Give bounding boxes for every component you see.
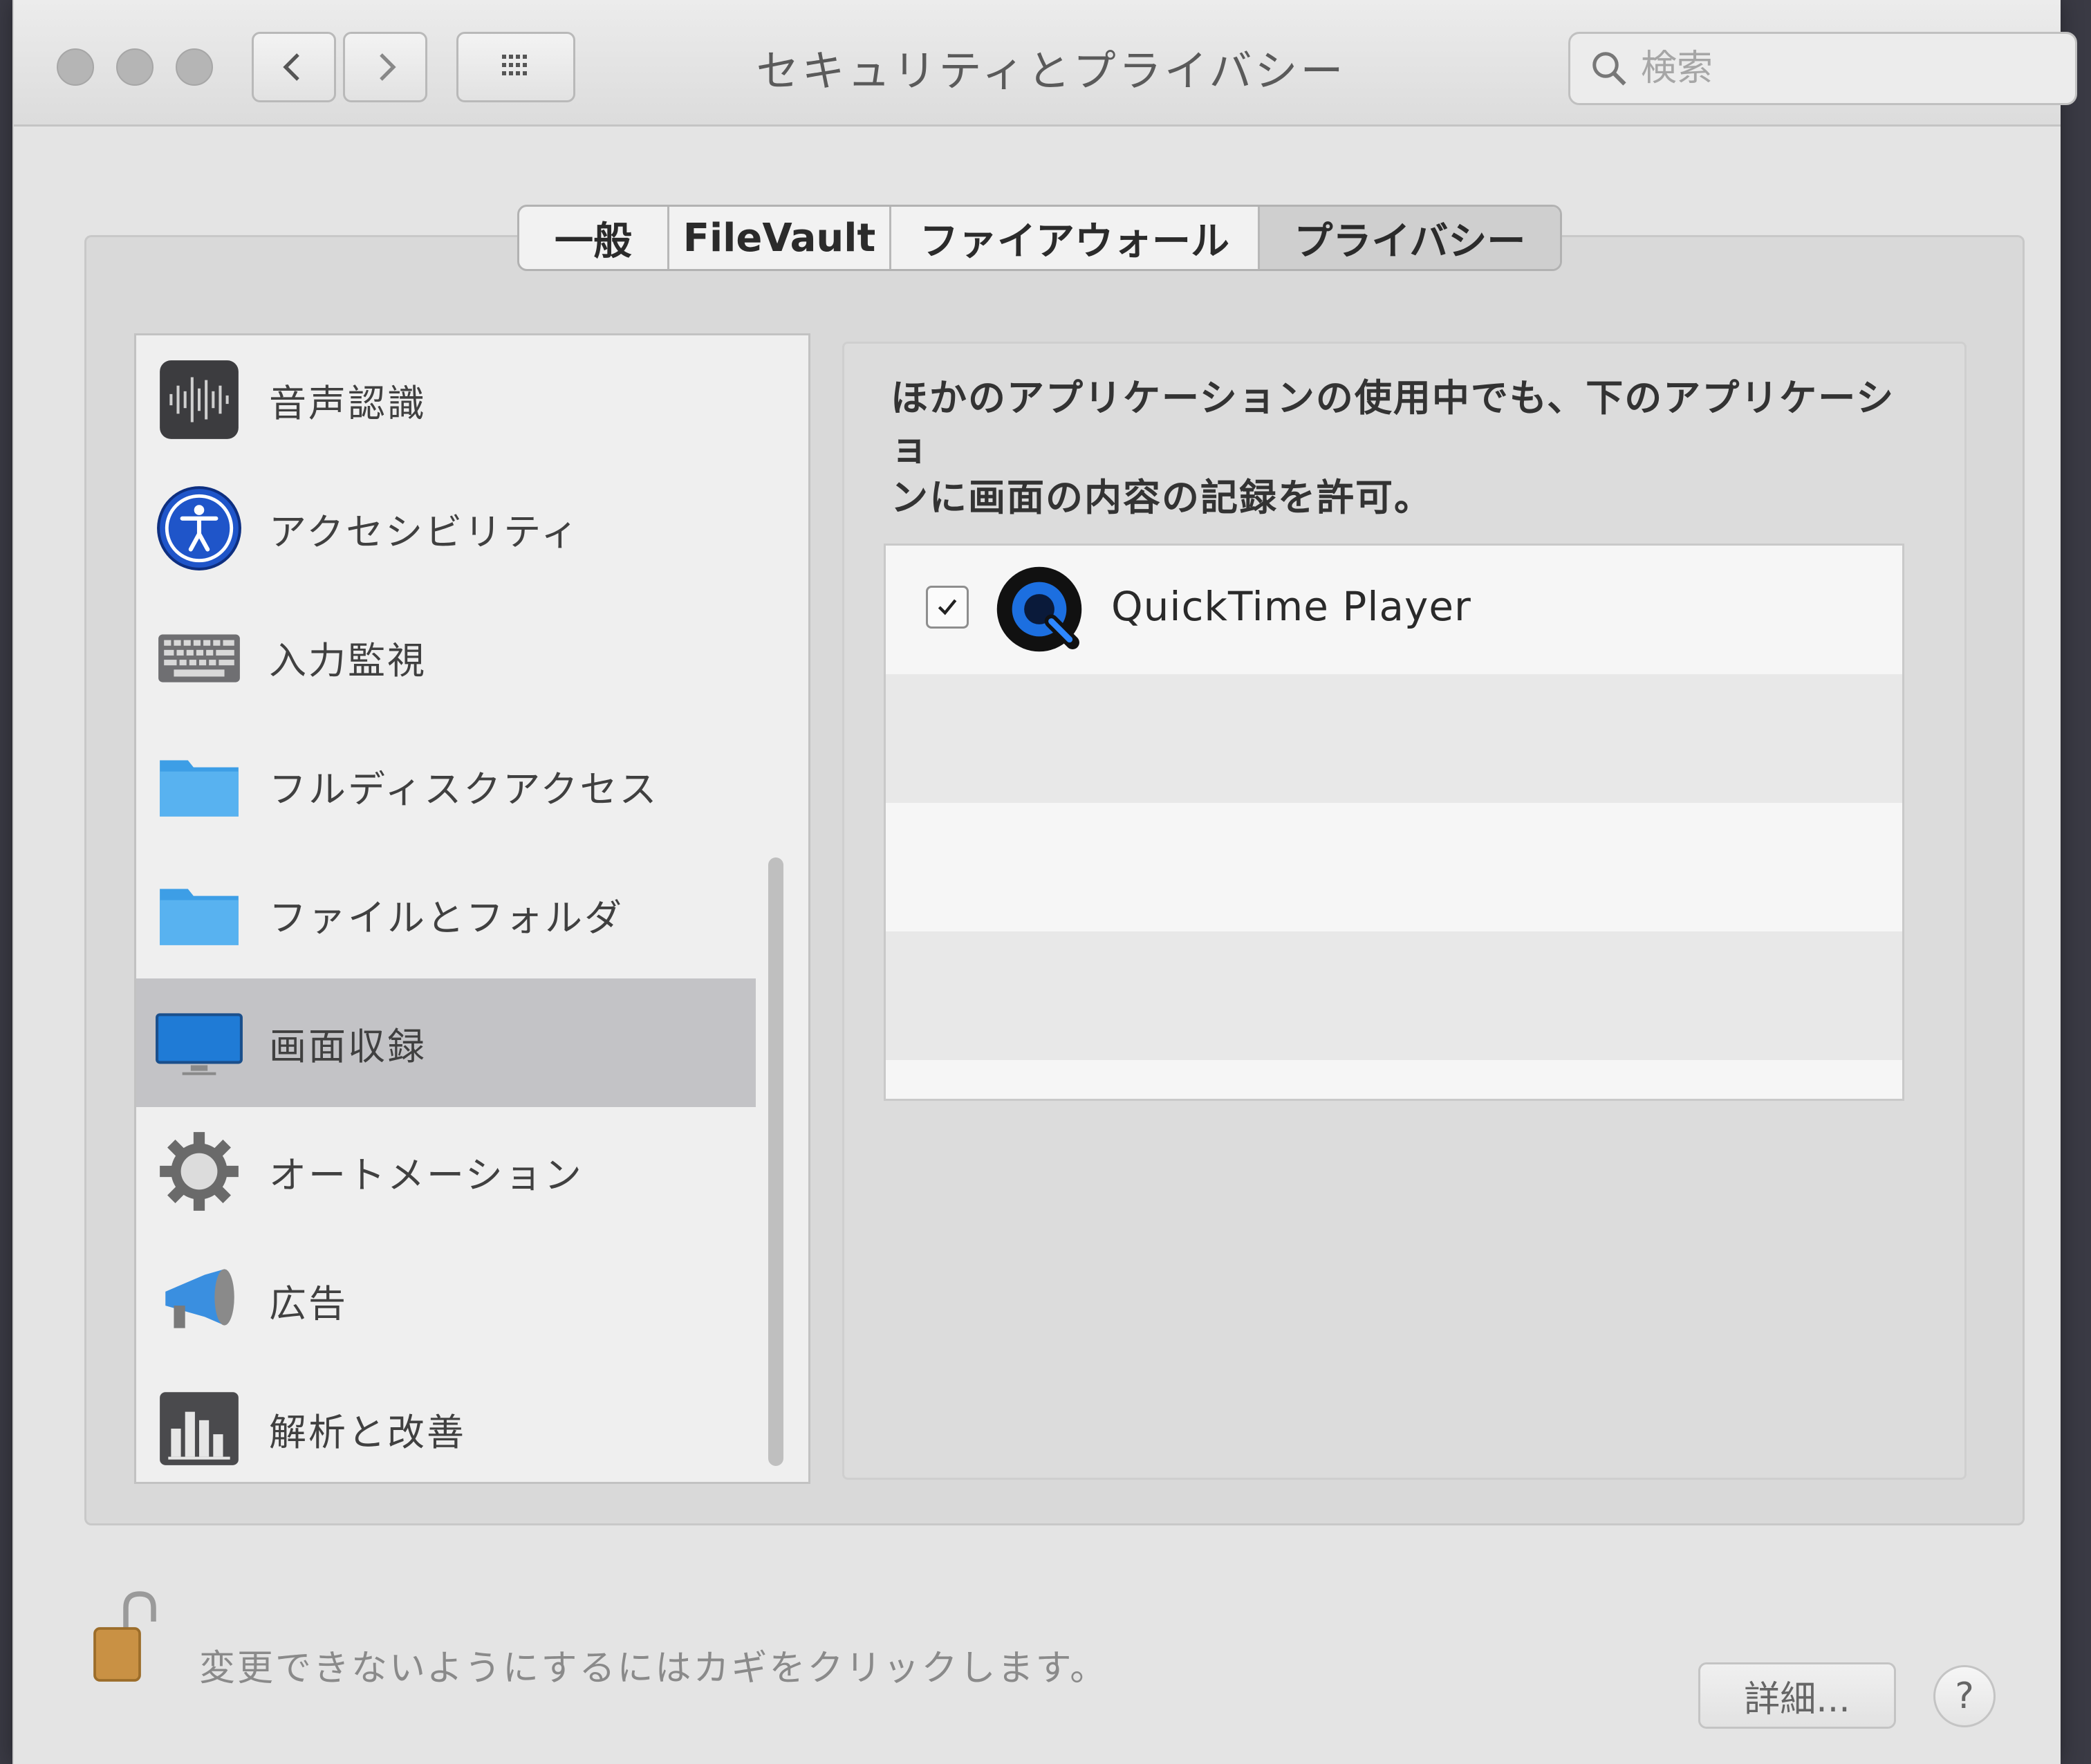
advanced-button[interactable]: 詳細...	[1698, 1662, 1896, 1729]
tab-bar: 一般 FileVault ファイアウォール プライバシー	[517, 205, 1562, 271]
speech-recognition-icon	[160, 360, 239, 439]
sidebar-item-label: 解析と改善	[269, 1410, 466, 1454]
app-list[interactable]: QuickTime Player	[884, 544, 1904, 1101]
display-icon	[156, 1013, 243, 1075]
accessibility-icon	[157, 486, 241, 570]
sidebar-item-label: アクセシビリティ	[269, 510, 581, 554]
sidebar-scrollbar[interactable]	[768, 857, 783, 1466]
search-icon	[1592, 52, 1626, 86]
quicktime-icon	[996, 566, 1082, 652]
sidebar-item-screen-recording[interactable]: 画面収録	[136, 978, 756, 1107]
description-line: ほかのアプリケーションの使用中でも、下のアプリケーショ	[891, 376, 1895, 470]
lock-instruction: 変更できないようにするにはカギをクリックします。	[199, 1648, 1108, 1689]
app-row-empty	[886, 803, 1902, 931]
sidebar-item-label: 画面収録	[269, 1024, 427, 1068]
tab-privacy[interactable]: プライバシー	[1260, 207, 1560, 269]
description-line: ンに画面の内容の記録を許可。	[891, 476, 1433, 519]
sidebar-item-label: 音声認識	[269, 381, 427, 425]
sidebar-item-label: オートメーション	[269, 1153, 584, 1197]
sidebar-item-accessibility[interactable]: アクセシビリティ	[136, 464, 756, 593]
window-title: セキュリティとプライバシー	[756, 46, 1346, 96]
sidebar-item-advertising[interactable]: 広告	[136, 1236, 756, 1364]
zoom-window-button[interactable]	[176, 48, 213, 86]
close-window-button[interactable]	[57, 48, 94, 86]
folder-icon	[160, 760, 239, 817]
sidebar-item-speech-recognition[interactable]: 音声認識	[136, 335, 756, 464]
help-button[interactable]: ?	[1933, 1665, 1996, 1727]
chart-icon	[160, 1392, 239, 1465]
privacy-category-list[interactable]: 音声認識 アクセシビリティ 入力監視 フルディスクアクセス ファイルとフォルダ …	[134, 333, 810, 1484]
sidebar-item-files-and-folders[interactable]: ファイルとフォルダ	[136, 850, 756, 978]
sidebar-item-label: フルディスクアクセス	[269, 767, 659, 811]
checkmark-icon	[938, 599, 957, 615]
sidebar-item-label: ファイルとフォルダ	[269, 895, 624, 940]
tab-firewall[interactable]: ファイアウォール	[891, 207, 1260, 269]
grid-icon	[502, 55, 527, 75]
sidebar-item-analytics[interactable]: 解析と改善	[136, 1364, 756, 1482]
app-row-empty	[886, 931, 1902, 1060]
preferences-window: セキュリティとプライバシー 一般 FileVault ファイアウォール プライバ…	[12, 0, 2077, 1764]
app-checkbox[interactable]	[926, 586, 969, 629]
lock-icon[interactable]	[91, 1590, 160, 1687]
chevron-right-icon	[380, 53, 396, 81]
tab-filevault[interactable]: FileVault	[669, 207, 891, 269]
gear-icon	[160, 1132, 239, 1211]
megaphone-icon	[165, 1269, 234, 1328]
sidebar-item-automation[interactable]: オートメーション	[136, 1107, 756, 1236]
permission-description: ほかのアプリケーションの使用中でも、下のアプリケーショ ンに画面の内容の記録を許…	[891, 373, 1914, 523]
app-row-empty	[886, 674, 1902, 803]
forward-button[interactable]	[343, 32, 427, 102]
search-field[interactable]	[1568, 32, 2077, 105]
sidebar-item-label: 広告	[269, 1281, 348, 1326]
sidebar-item-full-disk-access[interactable]: フルディスクアクセス	[136, 721, 756, 850]
search-input[interactable]	[1639, 47, 2029, 90]
tab-general[interactable]: 一般	[519, 207, 669, 269]
folder-icon	[160, 889, 239, 945]
chevron-left-icon	[283, 53, 299, 81]
sidebar-item-input-monitoring[interactable]: 入力監視	[136, 593, 756, 721]
sidebar-item-label: 入力監視	[269, 638, 427, 683]
app-row-quicktime[interactable]: QuickTime Player	[886, 546, 1902, 674]
back-button[interactable]	[252, 32, 336, 102]
minimize-window-button[interactable]	[116, 48, 154, 86]
app-name: QuickTime Player	[1111, 583, 1471, 630]
show-all-button[interactable]	[456, 32, 575, 102]
keyboard-icon	[158, 634, 240, 683]
title-bar: セキュリティとプライバシー	[14, 0, 2077, 127]
